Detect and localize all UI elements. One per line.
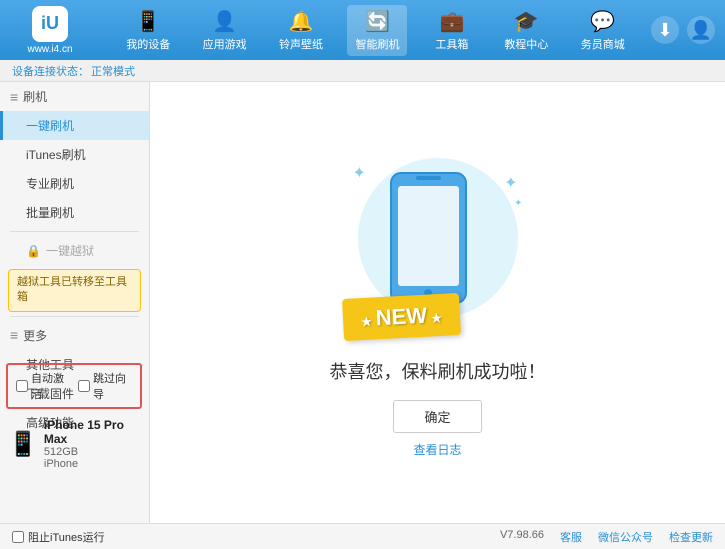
sidebar-warning: 越狱工具已转移至工具箱 [8, 269, 141, 312]
sidebar-divider-1 [10, 231, 139, 232]
warning-text: 越狱工具已转移至工具箱 [17, 276, 127, 303]
device-storage: 512GB [44, 446, 140, 458]
nav-label-business: 务员商城 [581, 36, 625, 52]
sidebar-divider-2 [10, 316, 139, 317]
nav-item-ringtones[interactable]: 🔔 铃声壁纸 [271, 5, 331, 56]
download-icon[interactable]: ⬇ [651, 16, 679, 44]
nav-item-apps[interactable]: 👤 应用游戏 [195, 5, 255, 56]
apps-icon: 👤 [212, 9, 237, 34]
new-badge: NEW [341, 292, 460, 340]
sidebar-more-section[interactable]: ≡ 更多 [0, 321, 149, 350]
sidebar-item-itunes-flash[interactable]: iTunes刷机 [0, 140, 149, 169]
footer-left: 阻止iTunes运行 [12, 529, 105, 545]
nav-item-business[interactable]: 💬 务员商城 [573, 5, 633, 56]
nav-item-tutorial[interactable]: 🎓 教程中心 [496, 5, 556, 56]
toolbox-icon: 💼 [439, 9, 464, 34]
nav-label-my-device: 我的设备 [126, 36, 170, 52]
auto-guide-checkbox[interactable] [78, 380, 90, 392]
device-details: iPhone 15 Pro Max 512GB iPhone [44, 418, 140, 470]
auto-activate-label[interactable]: 自动激活 [16, 370, 70, 402]
itunes-flash-label: iTunes刷机 [26, 148, 86, 162]
lock-icon: 🔒 [26, 244, 41, 258]
smart-flash-icon: 🔄 [365, 9, 390, 34]
sparkle-1: ✦ [353, 163, 366, 183]
pro-flash-label: 专业刷机 [26, 177, 74, 191]
device-name: iPhone 15 Pro Max [44, 418, 140, 446]
batch-flash-label: 批量刷机 [26, 206, 74, 220]
main-content: ≡ 刷机 一键刷机 iTunes刷机 专业刷机 批量刷机 🔒 一键越狱 越狱工具… [0, 82, 725, 523]
breadcrumb-label: 设备连接状态： [12, 63, 89, 79]
sparkle-3: ✦ [514, 198, 522, 209]
more-section-label: 更多 [23, 327, 47, 344]
more-section-icon: ≡ [10, 327, 18, 343]
nav-item-toolbox[interactable]: 💼 工具箱 [424, 5, 480, 56]
sidebar-item-pro-flash[interactable]: 专业刷机 [0, 169, 149, 198]
nav-item-smart-flash[interactable]: 🔄 智能刷机 [347, 5, 407, 56]
nav-item-my-device[interactable]: 📱 我的设备 [118, 5, 178, 56]
breadcrumb-status: 正常模式 [91, 63, 135, 79]
success-illustration: ✦ ✦ ✦ NEW [348, 148, 528, 348]
business-icon: 💬 [590, 9, 615, 34]
nav-bar: 📱 我的设备 👤 应用游戏 🔔 铃声壁纸 🔄 智能刷机 💼 工具箱 🎓 教程中心… [110, 5, 641, 56]
auto-options-panel: 自动激活 跳过向导 [6, 363, 142, 409]
nav-label-smart-flash: 智能刷机 [355, 36, 399, 52]
itunes-check-label[interactable]: 阻止iTunes运行 [12, 529, 105, 545]
auto-guide-label[interactable]: 跳过向导 [78, 370, 132, 402]
sidebar: ≡ 刷机 一键刷机 iTunes刷机 专业刷机 批量刷机 🔒 一键越狱 越狱工具… [0, 82, 150, 523]
header: iU www.i4.cn 📱 我的设备 👤 应用游戏 🔔 铃声壁纸 🔄 智能刷机… [0, 0, 725, 60]
my-device-icon: 📱 [136, 9, 161, 34]
version-label: V7.98.66 [500, 529, 544, 545]
logo-text: iU [41, 13, 59, 34]
phone-svg [386, 168, 471, 308]
confirm-button[interactable]: 确定 [393, 400, 481, 433]
itunes-label: 阻止iTunes运行 [28, 529, 105, 545]
header-right: ⬇ 👤 [651, 16, 715, 44]
sidebar-flash-section[interactable]: ≡ 刷机 [0, 82, 149, 111]
tutorial-icon: 🎓 [514, 9, 539, 34]
user-icon[interactable]: 👤 [687, 16, 715, 44]
footer-link-wechat[interactable]: 微信公众号 [598, 529, 653, 545]
nav-label-tutorial: 教程中心 [504, 36, 548, 52]
logo-url: www.i4.cn [27, 44, 72, 55]
footer-link-update[interactable]: 检查更新 [669, 529, 713, 545]
one-click-flash-label: 一键刷机 [26, 119, 74, 133]
nav-label-ringtones: 铃声壁纸 [279, 36, 323, 52]
sidebar-item-batch-flash[interactable]: 批量刷机 [0, 198, 149, 227]
device-type: iPhone [44, 458, 140, 470]
ringtones-icon: 🔔 [289, 9, 314, 34]
device-info: 📱 iPhone 15 Pro Max 512GB iPhone [0, 413, 148, 475]
disabled-label: 一键越狱 [46, 242, 94, 259]
sidebar-item-jailbreak-disabled: 🔒 一键越狱 [0, 236, 149, 265]
success-message: 恭喜您，保料刷机成功啦！ [330, 358, 546, 384]
log-link[interactable]: 查看日志 [413, 441, 461, 458]
device-phone-icon: 📱 [8, 430, 38, 459]
flash-section-icon: ≡ [10, 89, 18, 105]
footer-right: V7.98.66 客服 微信公众号 检查更新 [500, 529, 713, 545]
nav-label-toolbox: 工具箱 [435, 36, 468, 52]
logo-icon: iU [32, 6, 68, 42]
itunes-check-checkbox[interactable] [12, 531, 24, 543]
nav-label-apps: 应用游戏 [203, 36, 247, 52]
content-area: ✦ ✦ ✦ NEW 恭喜您，保料刷机成功啦！ 确定 查看日志 [150, 82, 725, 523]
flash-section-label: 刷机 [23, 88, 47, 105]
auto-activate-checkbox[interactable] [16, 380, 28, 392]
footer-link-service[interactable]: 客服 [560, 529, 582, 545]
logo-area: iU www.i4.cn [10, 6, 90, 55]
sparkle-2: ✦ [504, 173, 517, 193]
breadcrumb: 设备连接状态： 正常模式 [0, 60, 725, 82]
sidebar-item-one-click-flash[interactable]: 一键刷机 [0, 111, 149, 140]
